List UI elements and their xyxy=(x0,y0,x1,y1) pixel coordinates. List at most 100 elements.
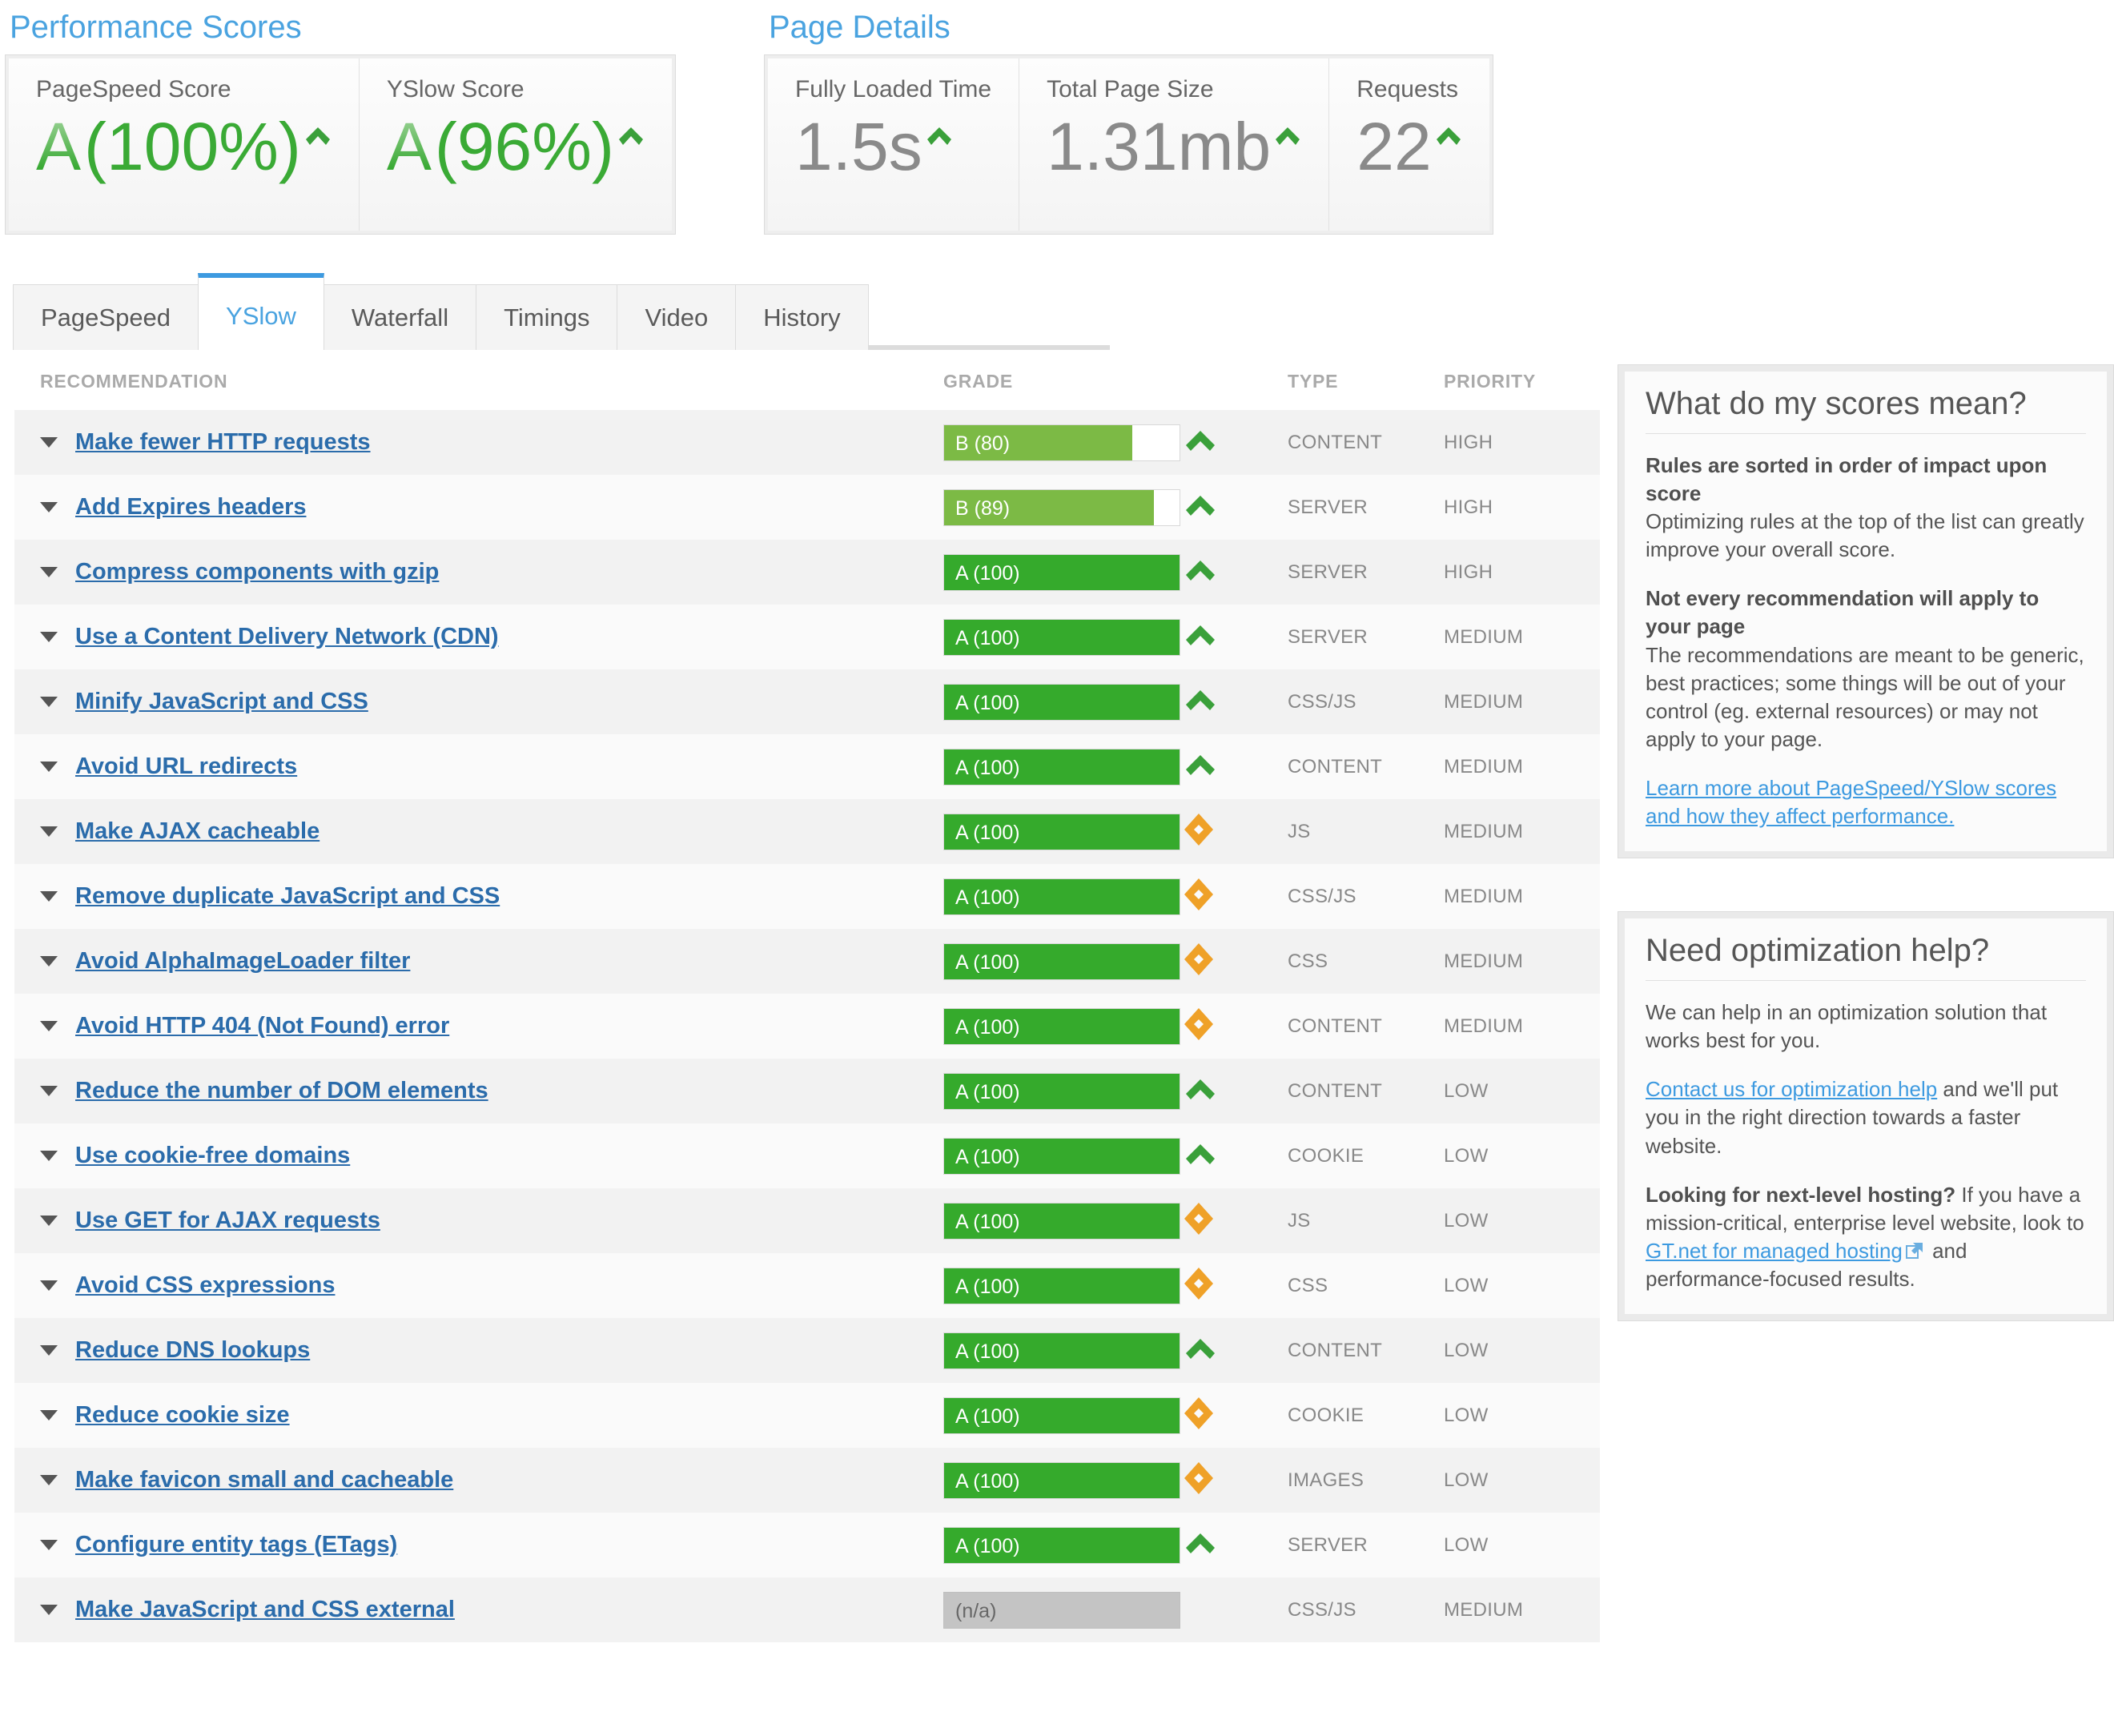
recommendation-link[interactable]: Use cookie-free domains xyxy=(75,1143,350,1169)
tab-list: PageSpeed YSlow Waterfall Timings Video Histo… xyxy=(13,273,1110,350)
recommendation-link[interactable]: Make AJAX cacheable xyxy=(75,818,320,845)
recommendation-link[interactable]: Reduce cookie size xyxy=(75,1402,290,1429)
table-row[interactable]: Make favicon small and cacheable A (100) I… xyxy=(14,1448,1600,1513)
detail-card-label: Requests xyxy=(1356,76,1459,102)
recommendation-link[interactable]: Reduce the number of DOM elements xyxy=(75,1078,488,1104)
tab-timings[interactable]: Timings xyxy=(476,284,618,350)
cell-type: SERVER xyxy=(1288,1513,1444,1577)
table-row[interactable]: Reduce cookie size A (100) COOKIE LOW xyxy=(14,1383,1600,1448)
cell-recommendation: Configure entity tags (ETags) xyxy=(14,1513,943,1577)
expand-triangle-icon[interactable] xyxy=(40,437,58,448)
table-row[interactable]: Use a Content Delivery Network (CDN) A (1… xyxy=(14,605,1600,669)
grade-bar: A (100) xyxy=(943,618,1180,656)
expand-triangle-icon[interactable] xyxy=(40,1475,58,1485)
expand-caret-icon[interactable] xyxy=(304,126,332,147)
grade-label: A (100) xyxy=(955,1340,1020,1363)
expand-triangle-icon[interactable] xyxy=(40,1151,58,1161)
expand-triangle-icon[interactable] xyxy=(40,697,58,707)
tab-video[interactable]: Video xyxy=(617,284,737,350)
table-row[interactable]: Avoid URL redirects A (100) CONTENT MEDIUM xyxy=(14,734,1600,799)
cell-recommendation: Avoid CSS expressions xyxy=(14,1253,943,1318)
help-panel-paragraph-3: Looking for next-level hosting? If you h… xyxy=(1646,1181,2086,1293)
table-row[interactable]: Configure entity tags (ETags) A (100) SERV… xyxy=(14,1513,1600,1577)
expand-triangle-icon[interactable] xyxy=(40,1540,58,1550)
cell-grade: A (100) xyxy=(943,734,1184,799)
help-panel-p3-heading: Looking for next-level hosting? xyxy=(1646,1182,1956,1207)
tab-pagespeed[interactable]: PageSpeed xyxy=(13,284,199,350)
expand-triangle-icon[interactable] xyxy=(40,1410,58,1421)
chevron-up-icon xyxy=(1184,755,1217,781)
table-row[interactable]: Compress components with gzip A (100) SERV… xyxy=(14,540,1600,605)
table-row[interactable]: Reduce DNS lookups A (100) CONTENT LOW xyxy=(14,1318,1600,1383)
expand-triangle-icon[interactable] xyxy=(40,1086,58,1096)
expand-caret-icon[interactable] xyxy=(617,126,645,147)
managed-hosting-link[interactable]: GT.net for managed hosting xyxy=(1646,1239,1903,1263)
scores-panel-paragraph-2: Not every recommendation will apply to y… xyxy=(1646,585,2086,753)
grade-bar: A (100) xyxy=(943,1267,1180,1304)
expand-triangle-icon[interactable] xyxy=(40,1021,58,1031)
score-card-value: A (100%) xyxy=(36,111,332,182)
recommendation-link[interactable]: Compress components with gzip xyxy=(75,559,439,585)
tab-waterfall[interactable]: Waterfall xyxy=(323,284,477,350)
recommendation-link[interactable]: Avoid URL redirects xyxy=(75,753,297,780)
table-row[interactable]: Use GET for AJAX requests A (100) JS LOW xyxy=(14,1188,1600,1253)
gtmetrix-report-page: Performance Scores PageSpeed Score A (100%… xyxy=(0,0,2114,1736)
grade-label: A (100) xyxy=(955,1015,1020,1039)
expand-triangle-icon[interactable] xyxy=(40,502,58,512)
cell-priority: MEDIUM xyxy=(1444,864,1600,929)
recommendation-link[interactable]: Make favicon small and cacheable xyxy=(75,1467,453,1493)
table-row[interactable]: Make fewer HTTP requests B (80) CONTENT HIG… xyxy=(14,410,1600,475)
recommendation-link[interactable]: Avoid AlphaImageLoader filter xyxy=(75,948,410,974)
recommendation-link[interactable]: Make JavaScript and CSS external xyxy=(75,1597,455,1623)
recommendation-link[interactable]: Use GET for AJAX requests xyxy=(75,1208,380,1234)
recommendation-link[interactable]: Remove duplicate JavaScript and CSS xyxy=(75,883,500,910)
expand-triangle-icon[interactable] xyxy=(40,1345,58,1356)
main-content: RECOMMENDATION GRADE TYPE PRIORITY Make … xyxy=(0,364,2114,1642)
grade-label: B (89) xyxy=(955,496,1011,520)
grade-bar: A (100) xyxy=(943,1202,1180,1240)
table-row[interactable]: Reduce the number of DOM elements A (100)… xyxy=(14,1059,1600,1123)
tab-history[interactable]: History xyxy=(735,284,869,350)
expand-caret-icon[interactable] xyxy=(1435,126,1462,147)
expand-triangle-icon[interactable] xyxy=(40,956,58,966)
scores-panel-p2-heading: Not every recommendation will apply to y… xyxy=(1646,586,2040,639)
tab-yslow[interactable]: YSlow xyxy=(198,273,324,350)
grade-label: A (100) xyxy=(955,1404,1020,1428)
learn-more-link[interactable]: Learn more about PageSpeed/YSlow scores … xyxy=(1646,776,2056,828)
score-card-label: YSlow Score xyxy=(386,76,524,102)
table-row[interactable]: Avoid CSS expressions A (100) CSS LOW xyxy=(14,1253,1600,1318)
recommendation-link[interactable]: Minify JavaScript and CSS xyxy=(75,689,368,715)
table-row[interactable]: Use cookie-free domains A (100) COOKIE LOW xyxy=(14,1123,1600,1188)
recommendation-link[interactable]: Make fewer HTTP requests xyxy=(75,429,371,456)
table-row[interactable]: Add Expires headers B (89) SERVER HIGH xyxy=(14,475,1600,540)
table-row[interactable]: Remove duplicate JavaScript and CSS A (10… xyxy=(14,864,1600,929)
recommendation-link[interactable]: Avoid HTTP 404 (Not Found) error xyxy=(75,1013,449,1039)
expand-triangle-icon[interactable] xyxy=(40,567,58,577)
cell-priority: MEDIUM xyxy=(1444,929,1600,994)
expand-caret-icon[interactable] xyxy=(926,126,953,147)
recommendation-link[interactable]: Use a Content Delivery Network (CDN) xyxy=(75,624,499,650)
table-row[interactable]: Make AJAX cacheable A (100) JS MEDIUM xyxy=(14,799,1600,864)
table-row[interactable]: Avoid AlphaImageLoader filter A (100) CSS M… xyxy=(14,929,1600,994)
expand-triangle-icon[interactable] xyxy=(40,1216,58,1226)
table-row[interactable]: Minify JavaScript and CSS A (100) CSS/JS ME… xyxy=(14,669,1600,734)
expand-caret-icon[interactable] xyxy=(1274,126,1301,147)
expand-triangle-icon[interactable] xyxy=(40,1280,58,1291)
chevron-up-icon xyxy=(1184,1339,1217,1364)
expand-triangle-icon[interactable] xyxy=(40,1605,58,1615)
recommendation-link[interactable]: Add Expires headers xyxy=(75,494,307,520)
table-row[interactable]: Make JavaScript and CSS external (n/a) CSS… xyxy=(14,1577,1600,1642)
cell-grade: (n/a) xyxy=(943,1577,1184,1642)
expand-triangle-icon[interactable] xyxy=(40,826,58,837)
detail-card: Total Page Size 1.31mb xyxy=(1019,58,1330,231)
cell-priority: LOW xyxy=(1444,1513,1600,1577)
contact-us-link[interactable]: Contact us for optimization help xyxy=(1646,1077,1937,1101)
expand-triangle-icon[interactable] xyxy=(40,891,58,902)
cell-recommendation: Make AJAX cacheable xyxy=(14,799,943,864)
recommendation-link[interactable]: Configure entity tags (ETags) xyxy=(75,1532,397,1558)
table-row[interactable]: Avoid HTTP 404 (Not Found) error A (100) C… xyxy=(14,994,1600,1059)
recommendation-link[interactable]: Avoid CSS expressions xyxy=(75,1272,335,1299)
expand-triangle-icon[interactable] xyxy=(40,632,58,642)
recommendation-link[interactable]: Reduce DNS lookups xyxy=(75,1337,310,1364)
expand-triangle-icon[interactable] xyxy=(40,762,58,772)
